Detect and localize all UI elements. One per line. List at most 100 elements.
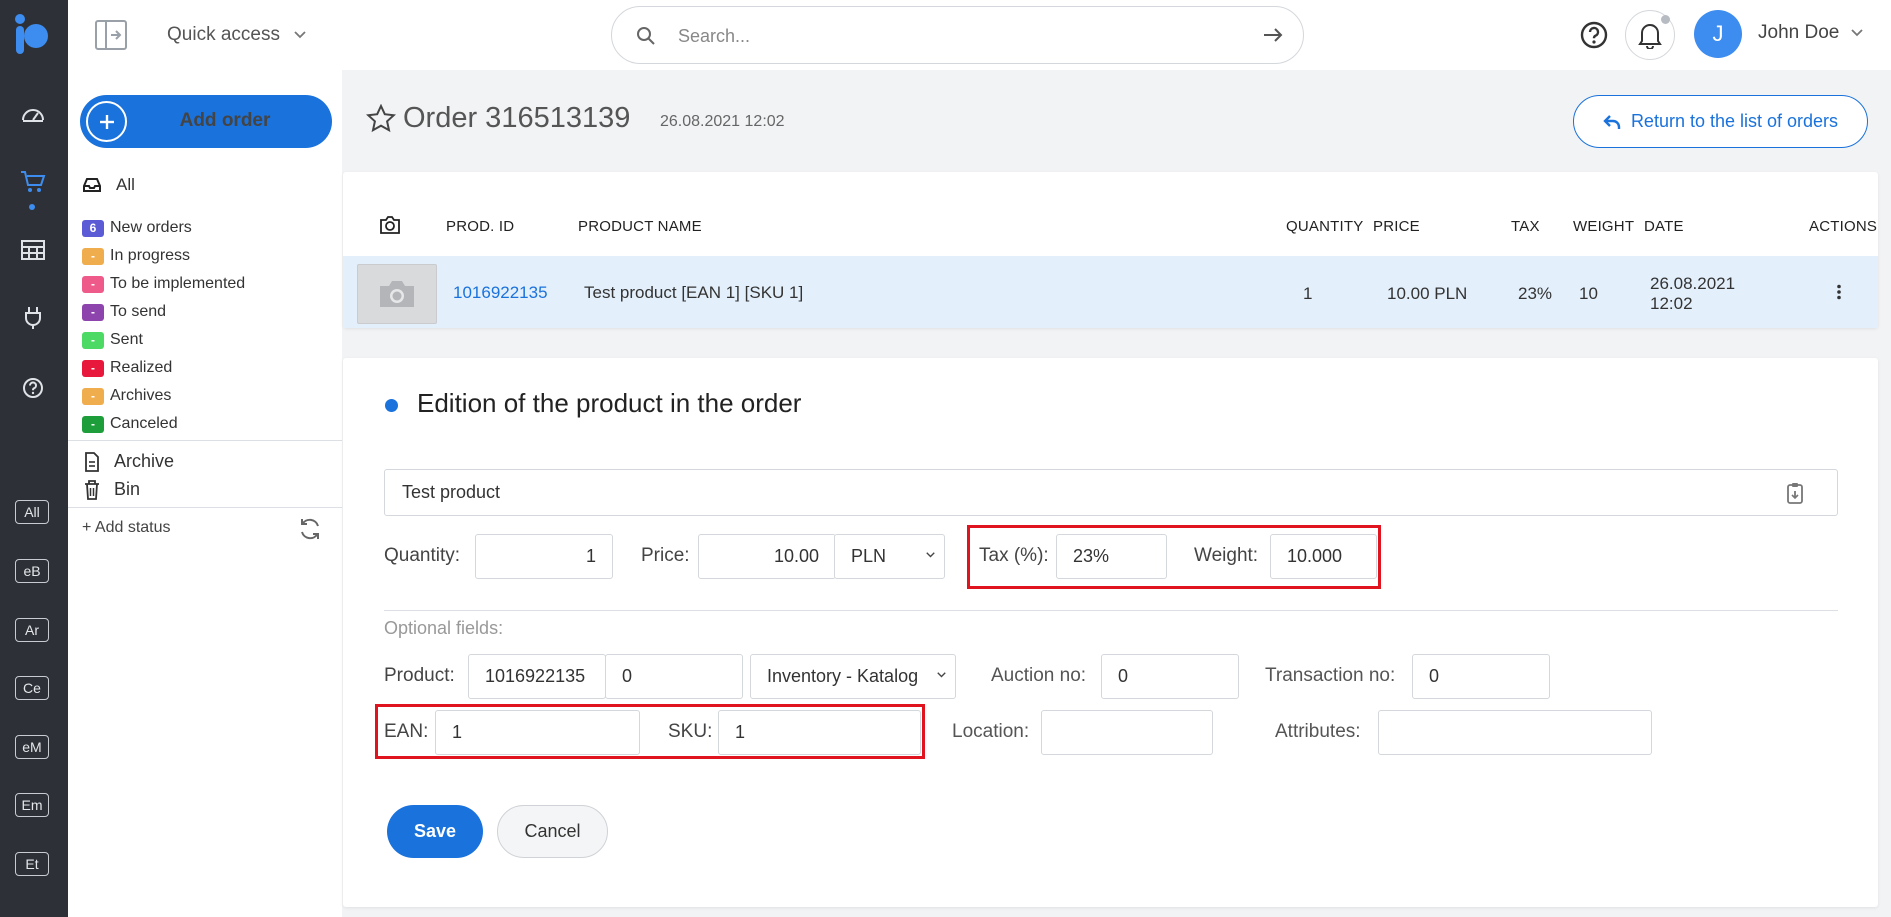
col-tax[interactable]: TAX xyxy=(1511,218,1540,235)
status-label: To be implemented xyxy=(110,275,246,292)
document-icon xyxy=(85,451,99,472)
price-input[interactable] xyxy=(698,534,836,579)
quick-access-menu[interactable]: Quick access xyxy=(167,24,306,46)
user-menu[interactable]: John Doe xyxy=(1758,22,1863,44)
rail-badge-em-lower[interactable]: eM xyxy=(15,735,49,759)
auction-input[interactable] xyxy=(1101,654,1239,699)
col-price[interactable]: PRICE xyxy=(1373,218,1420,235)
sidebar-divider xyxy=(68,440,342,441)
sidebar-item-all-label: All xyxy=(116,175,135,194)
rail-badge-ar[interactable]: Ar xyxy=(15,618,49,642)
status-badge: 6 xyxy=(82,219,104,237)
col-product-name[interactable]: PRODUCT NAME xyxy=(578,218,702,235)
weight-cell: 10 xyxy=(1579,284,1598,303)
sidebar-item-archives[interactable]: - Archives xyxy=(82,382,245,410)
sidebar-item-to-be-implemented[interactable]: - To be implemented xyxy=(82,270,245,298)
edit-product-panel: Edition of the product in the order Quan… xyxy=(343,358,1878,907)
sidebar-item-in-progress[interactable]: - In progress xyxy=(82,242,245,270)
dashboard-icon[interactable] xyxy=(19,100,47,128)
sidebar-item-all[interactable]: All xyxy=(82,175,135,195)
transaction-input[interactable] xyxy=(1412,654,1550,699)
date-cell-date: 26.08.2021 xyxy=(1650,274,1736,293)
weight-input[interactable] xyxy=(1270,534,1377,579)
arrow-right-icon[interactable] xyxy=(1263,27,1283,43)
bin-label: Bin xyxy=(114,479,141,499)
product-id-input[interactable] xyxy=(468,654,606,699)
star-icon[interactable] xyxy=(366,104,396,134)
sidebar-item-sent[interactable]: - Sent xyxy=(82,326,245,354)
left-rail: All eB Ar Ce eM Em Et xyxy=(0,0,68,917)
status-label: Realized xyxy=(110,359,173,376)
camera-placeholder-icon xyxy=(380,281,414,307)
quantity-input[interactable] xyxy=(475,534,613,579)
currency-select[interactable]: PLN xyxy=(834,534,945,579)
chevron-down-icon xyxy=(1851,29,1863,37)
variant-id-input[interactable] xyxy=(605,654,743,699)
sku-input[interactable] xyxy=(718,710,921,755)
product-name-input[interactable] xyxy=(384,469,1838,516)
kebab-menu-icon[interactable] xyxy=(1836,284,1842,300)
rail-badge-et[interactable]: Et xyxy=(15,852,49,876)
refresh-icon[interactable] xyxy=(298,517,322,541)
inventory-value: Inventory - Katalog xyxy=(767,666,919,686)
cancel-button[interactable]: Cancel xyxy=(497,805,608,858)
reply-arrow-icon xyxy=(1603,114,1621,129)
plug-icon[interactable] xyxy=(19,304,47,332)
weight-label: Weight: xyxy=(1194,545,1259,566)
col-actions: ACTIONS xyxy=(1809,218,1878,235)
col-prod-id[interactable]: PROD. ID xyxy=(446,218,514,235)
sidebar-item-bin[interactable]: Bin xyxy=(84,479,140,500)
rail-badge-ce[interactable]: Ce xyxy=(15,676,49,700)
warehouse-icon[interactable] xyxy=(19,236,47,264)
attributes-input[interactable] xyxy=(1378,710,1652,755)
rail-badge-em[interactable]: Em xyxy=(15,793,49,817)
status-label: New orders xyxy=(110,219,192,236)
logo-icon[interactable] xyxy=(12,12,54,56)
panel-toggle-icon[interactable] xyxy=(94,19,128,51)
sidebar-item-new-orders[interactable]: 6 New orders xyxy=(82,214,245,242)
status-label: In progress xyxy=(110,247,191,264)
col-weight[interactable]: WEIGHT xyxy=(1573,218,1634,235)
add-order-button[interactable]: Add order xyxy=(80,95,332,148)
notifications-button[interactable] xyxy=(1625,10,1675,60)
sidebar-item-to-send[interactable]: - To send xyxy=(82,298,245,326)
price-cell: 10.00 PLN xyxy=(1387,284,1468,303)
add-status-link[interactable]: + Add status xyxy=(82,519,171,537)
search-box xyxy=(611,6,1304,64)
table-row[interactable]: 1016922135 Test product [EAN 1] [SKU 1] … xyxy=(343,256,1878,328)
rail-badge-all[interactable]: All xyxy=(15,500,49,524)
status-badge: - xyxy=(82,303,104,321)
save-button[interactable]: Save xyxy=(387,805,483,858)
camera-icon xyxy=(379,216,401,234)
cart-icon[interactable] xyxy=(19,168,47,196)
archive-label: Archive xyxy=(114,451,175,471)
sidebar-item-realized[interactable]: - Realized xyxy=(82,354,245,382)
search-input[interactable] xyxy=(678,21,1218,51)
search-icon xyxy=(636,26,656,46)
tax-input[interactable] xyxy=(1056,534,1167,579)
trash-icon xyxy=(85,479,99,500)
status-list: 6 New orders - In progress - To be implemen… xyxy=(82,214,245,438)
col-date[interactable]: DATE xyxy=(1644,218,1684,235)
sidebar-item-archive[interactable]: Archive xyxy=(84,451,174,472)
status-badge: - xyxy=(82,331,104,349)
inventory-select[interactable]: Inventory - Katalog xyxy=(750,654,956,699)
avatar[interactable]: J xyxy=(1694,10,1742,58)
rail-badge-eb[interactable]: eB xyxy=(15,559,49,583)
product-id-link[interactable]: 1016922135 xyxy=(453,283,548,303)
sidebar-item-canceled[interactable]: - Canceled xyxy=(82,410,245,438)
quick-access-label: Quick access xyxy=(167,24,280,45)
location-input[interactable] xyxy=(1041,710,1213,755)
help-icon[interactable] xyxy=(1579,20,1609,50)
ean-label: EAN: xyxy=(384,721,429,742)
status-label: To send xyxy=(110,303,167,320)
clipboard-icon[interactable] xyxy=(1786,482,1804,504)
notification-dot xyxy=(1661,15,1670,24)
col-quantity[interactable]: QUANTITY xyxy=(1286,218,1363,235)
quantity-cell: 1 xyxy=(1303,284,1313,303)
help-circle-icon[interactable] xyxy=(19,374,47,402)
auction-label: Auction no: xyxy=(991,665,1087,686)
ean-input[interactable] xyxy=(435,710,640,755)
order-date: 26.08.2021 12:02 xyxy=(660,113,785,130)
return-to-list-button[interactable]: Return to the list of orders xyxy=(1573,95,1868,148)
